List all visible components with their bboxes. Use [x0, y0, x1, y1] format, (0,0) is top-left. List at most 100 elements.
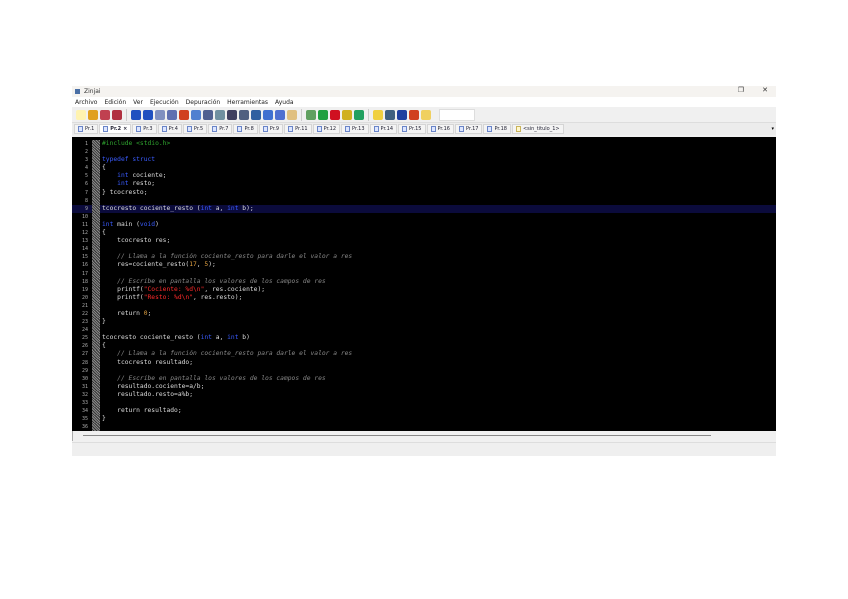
close-button[interactable]: ✕ — [762, 86, 768, 94]
fold-margin[interactable] — [92, 148, 100, 157]
fold-margin[interactable] — [92, 415, 100, 424]
fold-margin[interactable] — [92, 229, 100, 238]
code-text: int cociente; — [100, 172, 166, 180]
help-icon[interactable] — [409, 109, 419, 120]
tab-Pr.12[interactable]: Pr.12 — [312, 124, 341, 134]
fold-margin[interactable] — [92, 196, 100, 205]
bookmark-icon[interactable] — [263, 109, 273, 120]
fold-margin[interactable] — [92, 285, 100, 294]
toolbar-separator — [368, 108, 369, 121]
tab-Pr.13[interactable]: Pr.13 — [341, 124, 369, 134]
tab-Pr.8[interactable]: Pr.8 — [233, 124, 258, 134]
tab-Pr.5[interactable]: Pr.5 — [182, 124, 208, 134]
fold-margin[interactable] — [92, 309, 100, 319]
find-icon[interactable] — [215, 109, 225, 120]
token-tx: { — [102, 342, 106, 350]
quickhelp-icon[interactable] — [373, 109, 383, 120]
tab-Pr.14[interactable]: Pr.14 — [369, 124, 398, 134]
fold-margin[interactable] — [92, 261, 100, 270]
fold-margin[interactable] — [92, 164, 100, 173]
fold-margin[interactable] — [92, 220, 100, 230]
stop-icon[interactable] — [330, 109, 340, 120]
fold-margin[interactable] — [92, 358, 100, 367]
save-all-icon[interactable] — [112, 109, 122, 120]
fold-margin[interactable] — [92, 140, 100, 149]
menu-edición[interactable]: Edición — [104, 99, 126, 106]
fold-margin[interactable] — [92, 382, 100, 391]
reference-icon[interactable] — [397, 109, 407, 120]
goto-icon[interactable] — [239, 109, 249, 120]
tab-Pr.16[interactable]: Pr.16 — [426, 124, 454, 134]
menu-archivo[interactable]: Archivo — [75, 99, 97, 106]
fold-margin[interactable] — [92, 301, 100, 310]
tab-close-icon[interactable]: × — [123, 126, 127, 132]
fold-margin[interactable] — [92, 366, 100, 375]
tab-Pr.17[interactable]: Pr.17 — [454, 124, 483, 134]
new-file-icon[interactable] — [76, 109, 86, 120]
cut-icon[interactable] — [155, 109, 165, 120]
fold-margin[interactable] — [92, 172, 100, 181]
replace-icon[interactable] — [227, 109, 237, 120]
undo-icon[interactable] — [131, 109, 141, 120]
open-folder-icon[interactable] — [88, 109, 98, 120]
debug-run-icon[interactable] — [342, 109, 352, 120]
fold-margin[interactable] — [92, 269, 100, 278]
fold-margin[interactable] — [92, 156, 100, 165]
window-title: Zinjai — [84, 88, 101, 95]
tab-Pr.4[interactable]: Pr.4 — [157, 124, 182, 134]
tab-sin_titulo_1[interactable]: <sin_titulo_1> — [511, 124, 564, 134]
next-bookmark-icon[interactable] — [275, 109, 285, 120]
tab-Pr.1[interactable]: Pr.1 — [74, 124, 99, 134]
fold-margin[interactable] — [92, 188, 100, 197]
compile-icon[interactable] — [306, 109, 316, 120]
menu-depuración[interactable]: Depuración — [186, 99, 221, 106]
inspect-icon[interactable] — [354, 109, 364, 120]
tip-icon[interactable] — [421, 109, 431, 120]
goto-function-icon[interactable] — [251, 109, 261, 120]
tab-Pr.9[interactable]: Pr.9 — [258, 124, 284, 134]
fold-margin[interactable] — [92, 390, 100, 399]
fold-margin[interactable] — [92, 212, 100, 221]
fold-margin[interactable] — [92, 334, 100, 343]
fold-margin[interactable] — [92, 342, 100, 351]
run-icon[interactable] — [318, 109, 328, 120]
tools-icon[interactable] — [385, 109, 395, 120]
fold-margin[interactable] — [92, 253, 100, 262]
paste-icon[interactable] — [179, 109, 189, 120]
tab-Pr.7[interactable]: Pr.7 — [208, 124, 233, 134]
indent-icon[interactable] — [191, 109, 201, 120]
fold-margin[interactable] — [92, 407, 100, 416]
toolbar-search-box[interactable] — [439, 108, 475, 121]
fold-margin[interactable] — [92, 277, 100, 286]
tab-Pr.2[interactable]: Pr.2 × — [99, 124, 132, 134]
fold-margin[interactable] — [92, 180, 100, 189]
redo-icon[interactable] — [143, 109, 153, 120]
tabs-dropdown-icon[interactable]: ▾ — [771, 126, 774, 132]
menu-ejecución[interactable]: Ejecución — [150, 99, 179, 106]
menu-herramientas[interactable]: Herramientas — [227, 99, 268, 106]
fold-margin[interactable] — [92, 399, 100, 408]
maximize-button[interactable]: ❐ — [738, 86, 744, 94]
fold-margin[interactable] — [92, 245, 100, 254]
tab-Pr.15[interactable]: Pr.15 — [398, 124, 426, 134]
code-editor[interactable]: 1 #include <stdio.h> 2 3 typedef struct 4{5 i… — [72, 137, 776, 432]
tab-Pr.18[interactable]: Pr.18 — [483, 124, 511, 134]
code-line: 24 — [72, 326, 776, 335]
save-icon[interactable] — [100, 109, 110, 120]
scrollbar-thumb[interactable] — [83, 435, 711, 436]
menu-ver[interactable]: Ver — [133, 99, 143, 106]
tab-Pr.11[interactable]: Pr.11 — [284, 124, 312, 134]
fold-margin[interactable] — [92, 350, 100, 359]
doc-icon[interactable] — [287, 109, 297, 120]
copy-icon[interactable] — [167, 109, 177, 120]
fold-margin[interactable] — [92, 237, 100, 246]
fold-margin[interactable] — [92, 318, 100, 327]
tab-Pr.3[interactable]: Pr.3 — [132, 124, 157, 134]
horizontal-scrollbar[interactable] — [72, 431, 776, 441]
fold-margin[interactable] — [92, 374, 100, 383]
fold-margin[interactable] — [92, 293, 100, 302]
fold-margin[interactable] — [92, 326, 100, 335]
fold-margin[interactable] — [92, 204, 100, 213]
menu-ayuda[interactable]: Ayuda — [275, 99, 294, 106]
comment-icon[interactable] — [203, 109, 213, 120]
